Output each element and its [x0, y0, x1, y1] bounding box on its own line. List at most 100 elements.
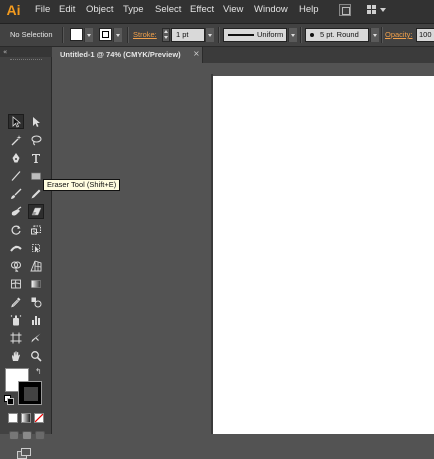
draw-inside-button[interactable] — [35, 431, 45, 440]
menu-file[interactable]: File — [35, 4, 50, 15]
gradient-tool[interactable] — [28, 276, 44, 291]
selection-status: No Selection — [10, 30, 53, 39]
document-tab-label: Untitled-1 @ 74% (CMYK/Preview) — [60, 50, 181, 59]
direct-selection-arrow-icon — [33, 116, 40, 127]
stroke-weight-dropdown-arrow[interactable] — [205, 28, 214, 42]
menu-select[interactable]: Select — [155, 4, 181, 15]
opacity-panel-link[interactable]: Opacity: — [385, 30, 413, 39]
menu-effect[interactable]: Effect — [190, 4, 214, 15]
eraser-tool-tooltip: Eraser Tool (Shift+E) — [43, 179, 121, 191]
menu-object[interactable]: Object — [86, 4, 113, 15]
arrange-documents-icon[interactable] — [367, 4, 389, 16]
free-transform-icon — [32, 243, 40, 252]
blend-tool[interactable] — [28, 294, 44, 309]
separator — [218, 27, 220, 43]
go-to-bridge-icon[interactable] — [339, 4, 351, 16]
panel-grip[interactable] — [10, 59, 42, 62]
perspective-grid-icon — [30, 260, 42, 271]
direct-selection-tool[interactable] — [28, 114, 44, 129]
width-tool-icon — [10, 245, 22, 252]
profile-dropdown-arrow[interactable] — [288, 28, 297, 42]
eraser-tool[interactable] — [28, 204, 44, 219]
draw-normal-button[interactable] — [9, 431, 19, 440]
scale-tool[interactable] — [28, 222, 44, 237]
canvas-area[interactable] — [52, 63, 434, 434]
profile-label: Uniform — [257, 30, 284, 39]
app-logo: Ai — [6, 2, 21, 18]
paintbrush-tool[interactable] — [8, 186, 24, 201]
pen-nib-icon — [12, 152, 20, 162]
pen-tool[interactable] — [8, 150, 24, 165]
stroke-weight-stepper[interactable] — [162, 28, 170, 42]
fill-color-swatch[interactable] — [70, 28, 83, 41]
variable-width-profile[interactable]: Uniform — [223, 28, 287, 42]
rotate-tool[interactable] — [8, 222, 24, 237]
free-transform-tool[interactable] — [28, 240, 44, 255]
magnifier-icon — [31, 350, 42, 362]
menu-type[interactable]: Type — [123, 4, 144, 15]
lasso-icon — [31, 134, 42, 145]
stroke-panel-link[interactable]: Stroke: — [133, 30, 157, 39]
menu-view[interactable]: View — [223, 4, 243, 15]
separator — [62, 27, 64, 43]
menu-help[interactable]: Help — [299, 4, 319, 15]
symbol-sprayer-tool[interactable] — [8, 312, 24, 327]
rectangle-tool[interactable] — [28, 168, 44, 183]
brush-definition[interactable]: 5 pt. Round — [305, 28, 369, 42]
mesh-tool[interactable] — [8, 276, 24, 291]
artboard[interactable] — [213, 76, 434, 434]
magic-wand-tool[interactable] — [8, 132, 24, 147]
lasso-tool[interactable] — [28, 132, 44, 147]
profile-line-preview — [228, 34, 254, 36]
artboard-tool[interactable] — [8, 330, 24, 345]
artboard-icon — [10, 332, 22, 343]
slice-knife-icon — [31, 333, 41, 342]
blend-icon — [31, 297, 42, 307]
close-icon[interactable]: × — [193, 49, 200, 58]
zoom-tool[interactable] — [28, 348, 44, 363]
none-mode-button[interactable] — [34, 413, 44, 423]
color-mode-button[interactable] — [8, 413, 18, 423]
separator — [300, 27, 302, 43]
eyedropper-icon — [11, 297, 21, 307]
slice-tool[interactable] — [28, 330, 44, 345]
document-tab[interactable]: Untitled-1 @ 74% (CMYK/Preview) × — [52, 47, 203, 63]
pencil-tool[interactable] — [28, 186, 44, 201]
column-graph-icon — [32, 315, 40, 325]
change-screen-mode-icon[interactable] — [17, 448, 33, 459]
separator — [381, 27, 383, 43]
type-t-icon — [32, 153, 40, 163]
paintbrush-icon — [11, 188, 22, 199]
tools-panel-header[interactable]: « — [0, 47, 52, 57]
stroke-dropdown-arrow[interactable] — [113, 28, 122, 42]
shape-builder-tool[interactable] — [8, 258, 24, 273]
type-tool[interactable] — [28, 150, 44, 165]
shape-builder-icon — [11, 261, 21, 272]
hand-tool[interactable] — [8, 348, 24, 363]
rotate-icon — [11, 225, 21, 235]
selection-arrow-icon — [12, 115, 22, 128]
control-bar: No Selection Stroke: 1 pt Uniform 5 pt. … — [0, 24, 434, 47]
fill-dropdown-arrow[interactable] — [84, 28, 93, 42]
stroke-swatch[interactable] — [18, 381, 42, 405]
perspective-grid-tool[interactable] — [28, 258, 44, 273]
default-fill-stroke-icon[interactable] — [4, 395, 14, 405]
opacity-field[interactable]: 100 — [416, 28, 434, 42]
line-segment-tool[interactable] — [8, 168, 24, 183]
swap-fill-stroke-icon[interactable]: ↰ — [35, 367, 42, 376]
selection-tool[interactable] — [8, 114, 24, 129]
gradient-mode-button[interactable] — [21, 413, 31, 423]
hand-icon — [12, 350, 20, 361]
blob-brush-tool[interactable] — [8, 204, 24, 219]
stroke-color-swatch[interactable] — [99, 28, 112, 41]
collapse-icon[interactable]: « — [3, 47, 7, 57]
draw-behind-button[interactable] — [22, 431, 32, 440]
eyedropper-tool[interactable] — [8, 294, 24, 309]
menu-edit[interactable]: Edit — [59, 4, 75, 15]
menu-window[interactable]: Window — [254, 4, 288, 15]
brush-dropdown-arrow[interactable] — [370, 28, 379, 42]
width-tool[interactable] — [8, 240, 24, 255]
column-graph-tool[interactable] — [28, 312, 44, 327]
document-tab-bar: Untitled-1 @ 74% (CMYK/Preview) × — [52, 47, 434, 63]
stroke-weight-field[interactable]: 1 pt — [171, 28, 205, 42]
